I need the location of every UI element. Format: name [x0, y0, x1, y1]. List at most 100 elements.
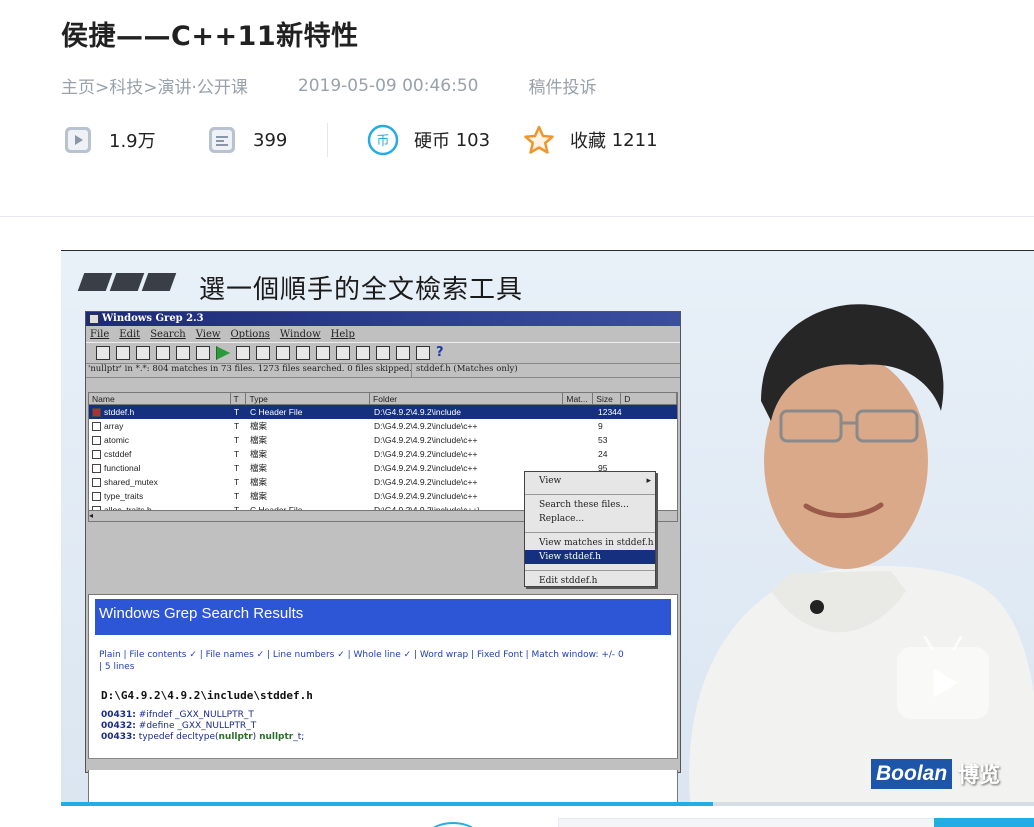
file-t: T	[234, 421, 240, 431]
file-size: 53	[598, 435, 608, 445]
danmaku-count-value: 399	[253, 129, 288, 151]
col-matches: Mat...	[563, 393, 594, 404]
watermark-brand: Boolan	[871, 759, 953, 789]
menu-help: Help	[330, 328, 355, 340]
boolan-watermark: Boolan 博览	[871, 759, 1000, 789]
file-type: 檔案	[250, 435, 268, 445]
publish-time: 2019-05-09 00:46:50	[297, 75, 479, 96]
search-results-pane: Windows Grep Search Results Plain | File…	[88, 594, 678, 802]
video-meta: 主页>科技>演讲·公开课 2019-05-09 00:46:50 稿件投诉	[61, 73, 596, 99]
file-name: type_traits	[104, 490, 144, 501]
video-player[interactable]: 選一個順手的全文檢索工具 Windows Grep 2.3 File Edit …	[61, 250, 1034, 802]
results-options: Plain | File contents ✓ | File names ✓ |…	[99, 649, 677, 673]
danmaku-toggle[interactable]	[428, 822, 478, 827]
result-line: 00431: #ifndef _GXX_NULLPTR_T	[101, 710, 254, 720]
play-count-icon	[61, 123, 95, 157]
breadcrumb-home[interactable]: 主页	[61, 78, 95, 98]
file-name: shared_mutex	[104, 476, 158, 487]
file-folder: D:\G4.9.2\4.9.2\include\c++	[374, 435, 478, 445]
header-divider	[0, 216, 1034, 217]
help-icon: ?	[436, 345, 444, 360]
file-icon	[92, 464, 101, 474]
file-name: functional	[104, 462, 141, 473]
presenter-figure	[689, 304, 1034, 802]
result-line: 00433: typedef decltype(nullptr) nullptr…	[101, 732, 305, 742]
next-icon	[356, 346, 370, 360]
progress-bar[interactable]	[61, 802, 1034, 806]
grep-statusbar	[88, 758, 678, 770]
coin-button[interactable]: 币 硬币 103	[366, 123, 522, 157]
view-icon	[256, 346, 270, 360]
page-icon	[276, 346, 290, 360]
file-row: cstddef T 檔案 D:\G4.9.2\4.9.2\include\c++…	[89, 447, 677, 461]
breadcrumb-tech[interactable]: >科技	[95, 78, 143, 98]
results-lines: 00431: #ifndef _GXX_NULLPTR_T 00432: #de…	[101, 710, 677, 743]
watermark-cn: 博览	[958, 762, 1001, 787]
filter-icon	[196, 346, 210, 360]
report-link[interactable]: 稿件投诉	[528, 73, 596, 98]
file-row: stddef.h T C Header File D:\G4.9.2\4.9.2…	[89, 405, 677, 419]
view-count-value: 1.9万	[109, 131, 156, 152]
col-size: Size	[593, 393, 622, 404]
stop-icon	[236, 346, 250, 360]
file-type: 檔案	[250, 463, 268, 473]
app-icon	[89, 314, 99, 324]
grep-window-title: Windows Grep 2.3	[102, 313, 204, 324]
danmaku-send-button[interactable]	[934, 818, 1034, 827]
col-t: T	[231, 393, 247, 404]
menu-search: Search	[150, 328, 186, 340]
play-button[interactable]	[897, 647, 989, 719]
print-icon	[136, 346, 150, 360]
layout-icon	[376, 346, 390, 360]
file-type: 檔案	[250, 449, 268, 459]
file-type: 檔案	[250, 491, 268, 501]
nav-icon	[316, 346, 330, 360]
file-size: 12344	[598, 407, 622, 417]
grep-window: Windows Grep 2.3 File Edit Search View O…	[85, 311, 681, 802]
col-folder: Folder	[370, 393, 564, 404]
replace-icon	[176, 346, 190, 360]
play-icon	[933, 669, 957, 697]
grep-toolbar: ?	[86, 342, 680, 364]
file-type: C Header File	[250, 407, 303, 417]
save-icon	[116, 346, 130, 360]
file-icon	[92, 422, 101, 432]
stats-divider	[327, 123, 328, 157]
file-list-header: Name T Type Folder Mat... Size D	[89, 393, 678, 405]
file-type: 檔案	[250, 421, 268, 431]
file-name: cstddef	[104, 448, 132, 459]
breadcrumb-talks[interactable]: >演讲·公开课	[143, 78, 248, 98]
prev-icon	[336, 346, 350, 360]
file-icon	[92, 478, 101, 488]
file-folder: D:\G4.9.2\4.9.2\include	[374, 407, 461, 417]
file-name: atomic	[104, 434, 130, 445]
file-folder: D:\G4.9.2\4.9.2\include\c++	[374, 449, 478, 459]
file-row: atomic T 檔案 D:\G4.9.2\4.9.2\include\c++ …	[89, 433, 677, 447]
favorite-button[interactable]: 收藏 1211	[522, 123, 658, 157]
results-options-line: Plain | File contents ✓ | File names ✓ |…	[99, 650, 624, 660]
file-t: T	[234, 491, 240, 501]
copy-icon	[416, 346, 430, 360]
col-name: Name	[89, 393, 231, 404]
results-file-path: D:\G4.9.2\4.9.2\include\stddef.h	[101, 689, 313, 702]
file-size: 24	[598, 449, 608, 459]
file-type: 檔案	[250, 477, 268, 487]
coin-label: 硬币	[414, 131, 450, 152]
file-icon	[92, 408, 101, 418]
file-t: T	[234, 463, 240, 473]
danmaku-input[interactable]	[558, 818, 936, 827]
file-t: T	[234, 449, 240, 459]
grep-status-right: stddef.h (Matches only)	[416, 364, 518, 374]
results-options-line: | 5 lines	[99, 662, 135, 672]
coin-count: 103	[455, 129, 491, 151]
menu-view: View	[195, 328, 221, 340]
video-stats: 1.9万 399 币 硬币 103 收藏 1211	[61, 120, 658, 160]
file-size: 9	[598, 421, 603, 431]
breadcrumb: 主页>科技>演讲·公开课	[61, 73, 248, 98]
result-line: 00432: #define _GXX_NULLPTR_T	[101, 721, 257, 731]
file-row: array T 檔案 D:\G4.9.2\4.9.2\include\c++ 9	[89, 419, 677, 433]
progress-fill	[61, 802, 713, 806]
file-name: array	[104, 420, 124, 431]
view-count: 1.9万	[61, 123, 205, 157]
file-icon	[92, 436, 101, 446]
